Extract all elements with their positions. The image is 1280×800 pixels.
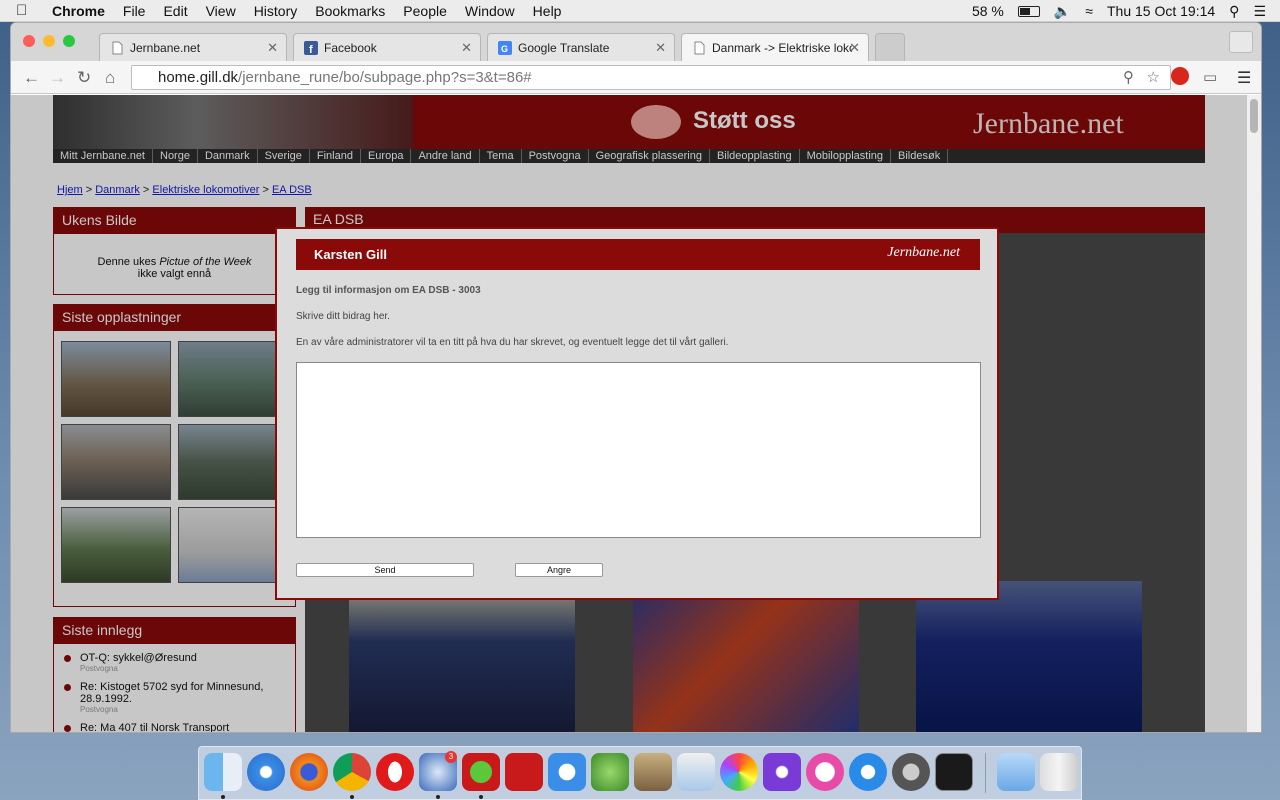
battery-icon[interactable]	[1017, 5, 1040, 17]
close-tab-icon[interactable]: ✕	[461, 40, 472, 56]
menu-app-chrome[interactable]: Chrome	[52, 3, 105, 19]
dialog-instruction: Skrive ditt bidrag her.	[296, 311, 390, 322]
preview-icon[interactable]	[677, 753, 715, 791]
apple-menu-icon[interactable]: 	[16, 2, 36, 19]
xquartz-icon[interactable]	[591, 753, 629, 791]
cast-icon[interactable]: ▭	[1203, 68, 1217, 86]
url-host: home.gill.dk	[158, 69, 239, 86]
profile-icon[interactable]	[1229, 31, 1253, 53]
gimp-icon[interactable]	[634, 753, 672, 791]
battery-percent[interactable]: 58 %	[972, 3, 1004, 19]
close-tab-icon[interactable]: ✕	[849, 40, 860, 56]
mail-app-icon[interactable]	[548, 753, 586, 791]
browser-toolbar: ← → ↻ ⌂ home.gill.dk/jernbane_rune/bo/su…	[11, 61, 1261, 94]
facebook-icon: f	[304, 40, 318, 55]
tab-facebook[interactable]: f Facebook ✕	[293, 33, 481, 61]
contribution-textarea[interactable]	[296, 362, 981, 538]
new-tab-button[interactable]	[875, 33, 905, 61]
trash-icon[interactable]	[1040, 753, 1078, 791]
close-tab-icon[interactable]: ✕	[655, 40, 666, 56]
forward-arrow-icon[interactable]: →	[49, 68, 66, 88]
firefox-icon[interactable]	[290, 753, 328, 791]
google-translate-icon: G	[498, 40, 512, 55]
notification-center-icon[interactable]: ☰	[1253, 3, 1266, 20]
menu-file[interactable]: File	[123, 3, 146, 19]
tab-google-translate[interactable]: G Google Translate ✕	[487, 33, 675, 61]
tab-jernbane[interactable]: Jernbane.net ✕	[99, 33, 287, 61]
page-scrollbar[interactable]	[1247, 95, 1261, 732]
svg-text:f: f	[309, 44, 313, 55]
adblock-extension-icon[interactable]	[1171, 67, 1189, 85]
system-preferences-icon[interactable]	[892, 753, 930, 791]
opera-icon[interactable]	[376, 753, 414, 791]
dialog-title: Karsten Gill	[314, 247, 387, 262]
menu-bar:  Chrome File Edit View History Bookmark…	[0, 0, 1280, 22]
menu-history[interactable]: History	[254, 3, 298, 19]
scrollbar-thumb[interactable]	[1250, 99, 1258, 133]
svg-text:G: G	[501, 44, 508, 54]
tab-label: Facebook	[324, 40, 377, 55]
browser-window: Jernbane.net ✕ f Facebook ✕ G Google Tra…	[11, 23, 1261, 732]
dialog-heading: Legg til informasjon om EA DSB - 3003	[296, 285, 481, 296]
zoom-icon[interactable]: ⚲	[1123, 66, 1134, 89]
reload-icon[interactable]: ↻	[77, 68, 91, 88]
tab-label: Danmark -> Elektriske loko	[712, 40, 852, 55]
running-indicator	[221, 795, 225, 799]
running-indicator	[436, 795, 440, 799]
menu-help[interactable]: Help	[533, 3, 562, 19]
unread-badge: 3	[445, 751, 457, 763]
chrome-icon[interactable]	[333, 753, 371, 791]
minimize-window-button[interactable]	[43, 35, 55, 47]
itunes-icon[interactable]	[806, 753, 844, 791]
filezilla-icon[interactable]	[505, 753, 543, 791]
menu-people[interactable]: People	[403, 3, 447, 19]
close-tab-icon[interactable]: ✕	[267, 40, 278, 56]
folder-icon[interactable]	[997, 753, 1035, 791]
dock-divider	[985, 753, 986, 793]
safari-icon[interactable]	[247, 753, 285, 791]
imovie-icon[interactable]	[763, 753, 801, 791]
menu-window[interactable]: Window	[465, 3, 515, 19]
tab-label: Google Translate	[518, 40, 610, 55]
menu-edit[interactable]: Edit	[163, 3, 187, 19]
volume-icon[interactable]: 🔈	[1054, 3, 1071, 20]
cancel-button[interactable]: Angre	[515, 563, 603, 577]
gimp-star-icon[interactable]	[462, 753, 500, 791]
photos-icon[interactable]	[720, 753, 758, 791]
page-content: Støtt oss Jernbane.net Mitt Jernbane.net…	[11, 95, 1261, 732]
bookmark-star-icon[interactable]: ☆	[1147, 66, 1160, 89]
menu-view[interactable]: View	[206, 3, 236, 19]
address-bar[interactable]: home.gill.dk/jernbane_rune/bo/subpage.ph…	[131, 65, 1171, 90]
back-arrow-icon[interactable]: ←	[23, 68, 40, 88]
home-icon[interactable]: ⌂	[105, 68, 115, 88]
send-button[interactable]: Send	[296, 563, 474, 577]
dock: 3	[198, 746, 1082, 800]
finder-icon[interactable]	[204, 753, 242, 791]
page-icon	[694, 41, 705, 54]
spotlight-search-icon[interactable]: ⚲	[1229, 3, 1239, 20]
chrome-menu-icon[interactable]: ☰	[1237, 68, 1251, 88]
dialog-header: Karsten Gill Jernbane.net	[296, 239, 980, 270]
contribution-dialog: Karsten Gill Jernbane.net Legg til infor…	[275, 227, 999, 600]
clock[interactable]: Thu 15 Oct 19:14	[1107, 3, 1215, 19]
url-path: /jernbane_rune/bo/subpage.php?s=3&t=86#	[238, 69, 532, 86]
app-store-icon[interactable]	[849, 753, 887, 791]
zoom-window-button[interactable]	[63, 35, 75, 47]
tab-danmark-active[interactable]: Danmark -> Elektriske loko ✕	[681, 33, 869, 61]
tab-label: Jernbane.net	[130, 40, 201, 55]
menu-bookmarks[interactable]: Bookmarks	[315, 3, 385, 19]
dialog-note: En av våre administratorer vil ta en tit…	[296, 337, 729, 348]
page-icon	[112, 41, 123, 54]
wifi-icon[interactable]: ≈	[1085, 3, 1093, 19]
close-window-button[interactable]	[23, 35, 35, 47]
terminal-icon[interactable]	[935, 753, 973, 791]
dialog-logo: Jernbane.net	[887, 245, 960, 260]
running-indicator	[350, 795, 354, 799]
tab-bar: Jernbane.net ✕ f Facebook ✕ G Google Tra…	[11, 23, 1261, 61]
running-indicator	[479, 795, 483, 799]
